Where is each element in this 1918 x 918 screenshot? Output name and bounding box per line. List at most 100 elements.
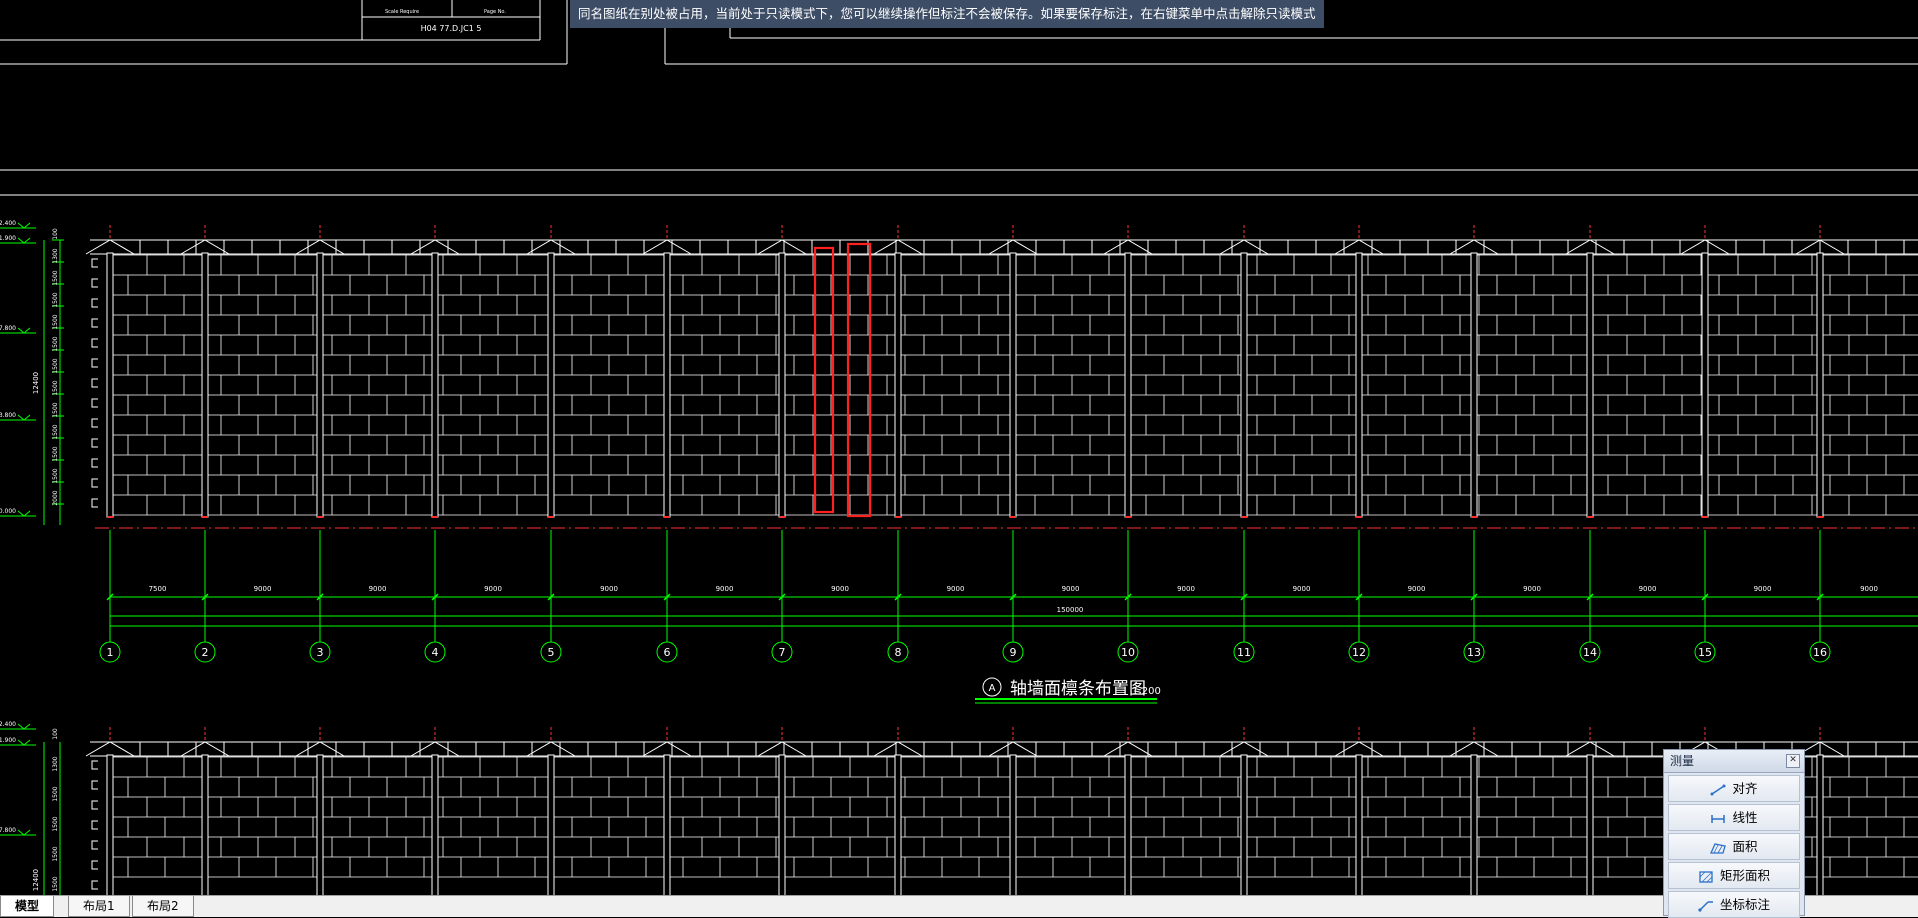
lower-vertical-total-dim: 12400 [32, 869, 40, 891]
measure-panel: 测量 ✕ 对齐 线性 面积 矩形面积 坐标标注 [1663, 749, 1805, 918]
lower-column [316, 754, 324, 898]
upper-brace [1103, 239, 1153, 255]
vertical-dim-text: 1500 [52, 468, 59, 483]
upper-column [894, 252, 902, 518]
lower-elevation-label: 12.400 [0, 721, 16, 728]
vertical-dim-text: 1500 [52, 402, 59, 417]
upper-purlin-clip [91, 478, 98, 488]
lower-brace [873, 741, 923, 757]
drawing-title: 轴墙面檩条布置图 [1010, 679, 1146, 699]
span-dimension-text: 9000 [1639, 585, 1657, 593]
vertical-dim-text: 1500 [52, 380, 59, 395]
elevation-label: 12.400 [0, 220, 16, 227]
vertical-dim-text: 1500 [52, 314, 59, 329]
drawing-title-scale: 1:200 [1132, 686, 1161, 697]
measure-coordinate-label: 坐标标注 [1719, 897, 1770, 912]
title-block-page: Page No. [484, 9, 506, 15]
measure-aligned-button[interactable]: 对齐 [1668, 775, 1800, 802]
upper-column [663, 252, 671, 518]
area-icon [1710, 842, 1727, 854]
title-block-scale: Scale Require [385, 9, 419, 15]
elevation-label: ±0.000 [0, 508, 16, 515]
wall-elevation-lower [85, 727, 1918, 898]
tab-layout2[interactable]: 布局2 [132, 896, 194, 917]
axis-bubble-label: 15 [1698, 646, 1712, 659]
measure-aligned-label: 对齐 [1732, 781, 1758, 796]
span-dimension-text: 9000 [1523, 585, 1541, 593]
upper-column [431, 252, 439, 518]
axis-bubble-label: 7 [779, 646, 786, 659]
vertical-dim-text: 1300 [52, 248, 59, 263]
upper-column [1355, 252, 1363, 518]
lower-vertical-dim-text: 1500 [52, 816, 59, 831]
vertical-dim-text: 1500 [52, 358, 59, 373]
lower-brace [988, 741, 1038, 757]
coordinate-icon [1698, 900, 1713, 912]
span-dimension-text: 9000 [484, 585, 502, 593]
close-icon[interactable]: ✕ [1786, 754, 1800, 768]
lower-column [1124, 754, 1132, 898]
lower-column [1240, 754, 1248, 898]
span-dimension-text: 9000 [600, 585, 618, 593]
span-dimension-text: 9000 [369, 585, 387, 593]
vertical-dim-text: 2000 [52, 490, 59, 505]
span-dimension-text: 9000 [1754, 585, 1772, 593]
axis-bubble-label: 3 [317, 646, 324, 659]
lower-column [1586, 754, 1594, 898]
lower-column [778, 754, 786, 898]
measure-rect-area-button[interactable]: 矩形面积 [1668, 862, 1800, 889]
lower-brace [1449, 741, 1499, 757]
upper-brace [1219, 239, 1269, 255]
lower-brace [85, 741, 135, 757]
axis-bubble-label: 2 [202, 646, 209, 659]
lower-purlin-clip [91, 860, 98, 870]
lower-elevation-triangle [17, 829, 31, 836]
upper-column [1470, 252, 1478, 518]
span-dimension-text: 9000 [1860, 585, 1878, 593]
vertical-dim-text: 1500 [52, 336, 59, 351]
upper-purlin-clip [91, 438, 98, 448]
axis-bubble-label: 16 [1813, 646, 1827, 659]
lower-column [201, 754, 209, 898]
measure-linear-button[interactable]: 线性 [1668, 804, 1800, 831]
upper-column [201, 252, 209, 518]
measure-area-label: 面积 [1732, 839, 1758, 854]
axis-bubble-label: 9 [1010, 646, 1017, 659]
span-dimension-text: 7500 [149, 585, 167, 593]
lower-brace [526, 741, 576, 757]
axis-bubble-label: 13 [1467, 646, 1481, 659]
upper-purlin-clip [91, 298, 98, 308]
lower-column [894, 754, 902, 898]
elevation-label: 11.900 [0, 235, 16, 242]
linear-dim-icon [1711, 814, 1726, 823]
span-dimension-text: 9000 [947, 585, 965, 593]
axis-bubble-label: 4 [432, 646, 439, 659]
axis-bubble-label: 8 [895, 646, 902, 659]
cad-drawing-canvas[interactable]: 1 2 3 4 5 6 7 8 9 10 11 12 13 14 15 167500 9000 9000 9000 9… [0, 0, 1918, 916]
axis-bubble-label: 12 [1352, 646, 1366, 659]
lower-brace [642, 741, 692, 757]
lower-purlin-clip [91, 840, 98, 850]
measure-area-button[interactable]: 面积 [1668, 833, 1800, 860]
upper-brace [1565, 239, 1615, 255]
tab-layout1[interactable]: 布局1 [68, 896, 130, 917]
layout-tab-bar: 模型 布局1 布局2 [0, 895, 1918, 917]
upper-column [106, 252, 114, 518]
lower-brace [1103, 741, 1153, 757]
upper-brace [873, 239, 923, 255]
measure-coordinate-button[interactable]: 坐标标注 [1668, 891, 1800, 918]
span-dimension-text: 9000 [1062, 585, 1080, 593]
upper-brace [85, 239, 135, 255]
upper-column [1816, 252, 1824, 518]
measure-rect-area-label: 矩形面积 [1719, 868, 1770, 883]
elevation-triangle [17, 327, 31, 334]
upper-brace [410, 239, 460, 255]
lower-elevation-triangle [17, 723, 31, 730]
drawing-frame [0, 0, 1918, 196]
tab-model[interactable]: 模型 [0, 896, 55, 917]
lower-purlin-clip [91, 800, 98, 810]
elevation-triangle [17, 510, 31, 517]
axis-bubble-label: 1 [107, 646, 114, 659]
upper-purlin-clip [91, 318, 98, 328]
upper-brace [1449, 239, 1499, 255]
